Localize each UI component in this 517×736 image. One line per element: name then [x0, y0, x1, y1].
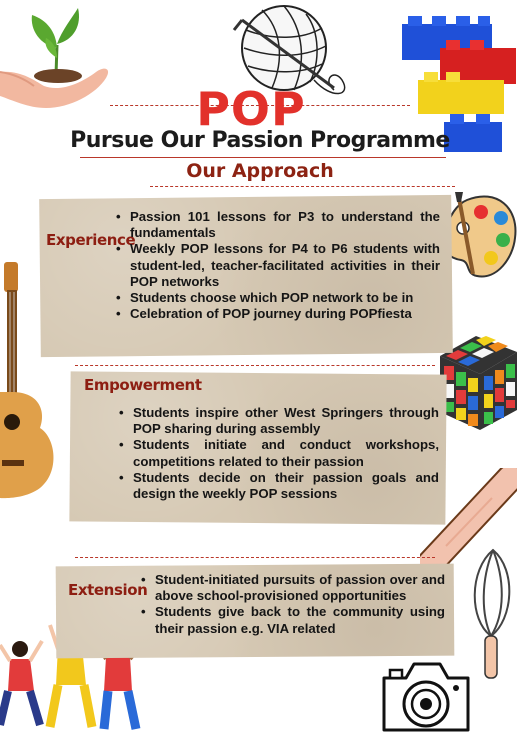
experience-points: Passion 101 lessons for P3 to understand… — [114, 209, 440, 323]
list-item: Students choose which POP network to be … — [114, 290, 440, 306]
empowerment-points: Students inspire other West Springers th… — [117, 405, 439, 502]
extension-points: Student-initiated pursuits of passion ov… — [139, 572, 445, 637]
section-label-extension: Extension — [68, 581, 148, 599]
list-item: Students initiate and conduct workshops,… — [117, 437, 439, 469]
page-subtitle: Our Approach — [186, 160, 334, 182]
pop-logo-text: POP — [196, 82, 306, 136]
list-item: Weekly POP lessons for P4 to P6 students… — [114, 241, 440, 290]
list-item: Celebration of POP journey during POPfie… — [114, 306, 440, 322]
plant-in-hand-icon — [0, 8, 109, 108]
list-item: Students inspire other West Springers th… — [117, 405, 439, 437]
list-item: Passion 101 lessons for P3 to understand… — [114, 209, 440, 241]
subtitle-underline — [150, 186, 455, 187]
empowerment-divider — [75, 365, 435, 366]
extension-divider — [75, 557, 435, 558]
list-item: Student-initiated pursuits of passion ov… — [139, 572, 445, 604]
camera-icon — [382, 662, 470, 732]
list-item: Students give back to the community usin… — [139, 604, 445, 636]
title-underline — [80, 157, 446, 158]
list-item: Students decide on their passion goals a… — [117, 470, 439, 502]
page-title: Pursue Our Passion Programme — [70, 128, 450, 153]
section-label-empowerment: Empowerment — [84, 376, 202, 394]
